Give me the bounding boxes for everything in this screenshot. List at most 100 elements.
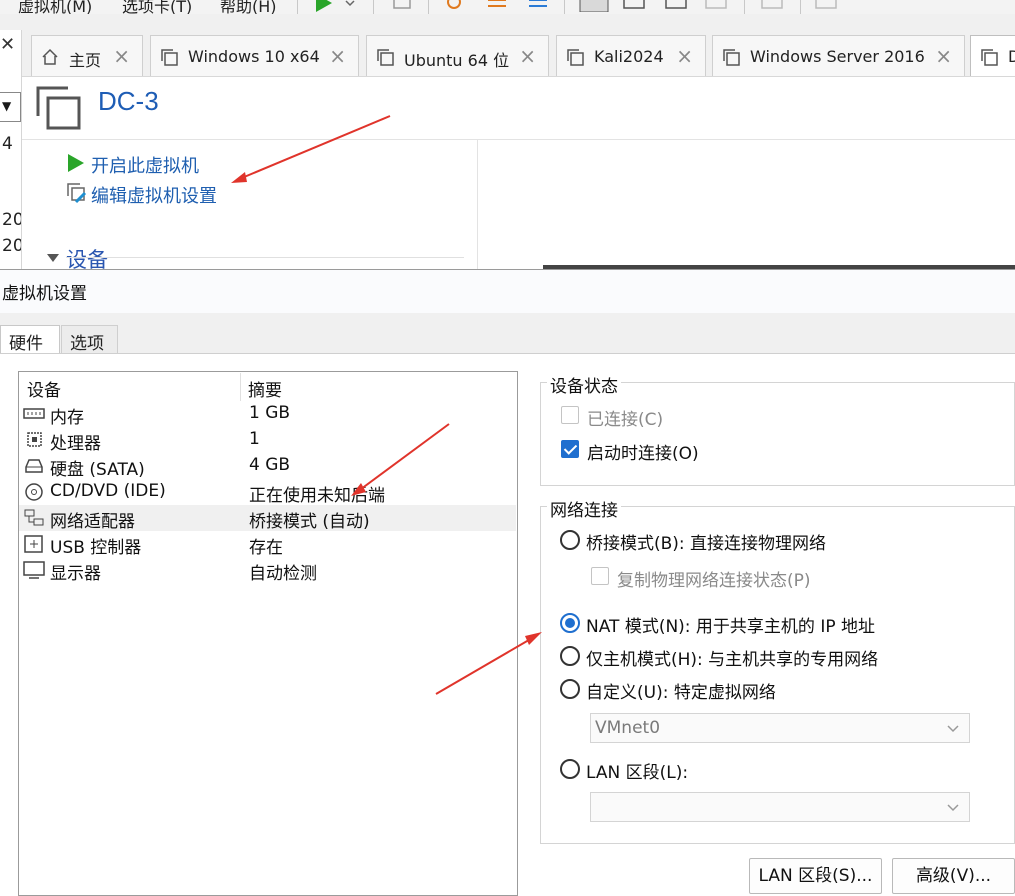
library-item-fragment[interactable]: 4 (2, 134, 13, 154)
device-name: 显示器 (50, 564, 101, 584)
toolbar-divider (373, 0, 374, 14)
lan-segment-radio[interactable] (560, 759, 580, 779)
hard-disk-icon (25, 459, 43, 473)
close-icon[interactable]: × (935, 44, 952, 68)
annotation-arrow (435, 632, 542, 695)
menu-tabs[interactable]: 选项卡(T) (122, 0, 192, 14)
power-on-icon[interactable] (314, 0, 334, 12)
divider (66, 257, 464, 258)
select-value: VMnet0 (595, 718, 661, 738)
device-summary: 1 (249, 429, 260, 449)
device-row-display[interactable]: 显示器 自动检测 (19, 557, 516, 584)
menu-bar: 虚拟机(M) 选项卡(T) 帮助(H) (0, 0, 1015, 14)
close-icon[interactable]: × (113, 44, 130, 68)
toolbar-divider (428, 0, 429, 14)
unity-icon[interactable] (704, 0, 728, 12)
close-icon[interactable]: × (519, 44, 536, 68)
tab-options[interactable]: 选项 (61, 325, 118, 354)
snapshot-manager-icon[interactable] (527, 0, 551, 12)
host-only-label[interactable]: 仅主机模式(H): 与主机共享的专用网络 (586, 645, 878, 670)
network-adapter-icon (24, 509, 44, 526)
annotation-arrow (231, 115, 391, 183)
custom-label[interactable]: 自定义(U): 特定虚拟网络 (586, 678, 776, 703)
connected-label[interactable]: 已连接(C) (587, 405, 663, 430)
tab-dc3[interactable]: D (970, 35, 1015, 76)
host-only-radio[interactable] (560, 646, 580, 666)
column-header-summary[interactable]: 摘要 (248, 376, 282, 401)
tab-home[interactable]: 主页 × (31, 35, 143, 76)
chevron-down-icon (947, 725, 959, 733)
library-view-icon[interactable] (579, 0, 609, 12)
vm-icon (567, 49, 584, 66)
vm-icon (723, 49, 740, 66)
tab-label: D (1008, 47, 1015, 66)
bridged-label[interactable]: 桥接模式(B): 直接连接物理网络 (586, 529, 826, 554)
close-icon[interactable]: × (676, 44, 693, 68)
cpu-icon (27, 432, 42, 447)
lan-segments-button[interactable]: LAN 区段(S)... (749, 858, 882, 894)
tab-windows-server[interactable]: Windows Server 2016 × (712, 35, 965, 76)
toolbar-divider (564, 0, 565, 14)
device-row-usb[interactable]: USB 控制器 存在 (19, 531, 516, 558)
connect-at-power-on-label[interactable]: 启动时连接(O) (587, 439, 699, 464)
custom-network-select[interactable]: VMnet0 (590, 713, 970, 743)
thumbnail-view-icon[interactable] (622, 0, 646, 12)
tab-label: Ubuntu 64 位 (404, 51, 510, 70)
device-name: 内存 (50, 408, 84, 428)
power-on-vm-command[interactable]: 开启此虚拟机 (66, 152, 246, 177)
nat-radio[interactable] (560, 613, 580, 633)
device-row-network-adapter[interactable]: 网络适配器 桥接模式 (自动) (19, 505, 516, 532)
lan-segment-label[interactable]: LAN 区段(L): (586, 758, 688, 783)
full-screen-icon[interactable] (664, 0, 688, 12)
collapse-triangle-icon[interactable] (46, 253, 60, 263)
group-label: 网络连接 (547, 496, 621, 521)
command-label: 开启此虚拟机 (91, 156, 199, 177)
library-item-fragment[interactable]: 20 (2, 210, 21, 230)
home-icon (42, 48, 58, 65)
connect-at-power-on-checkbox[interactable] (561, 440, 579, 458)
group-label: 设备状态 (547, 372, 621, 397)
tab-kali[interactable]: Kali2024 × (556, 35, 706, 76)
custom-radio[interactable] (560, 679, 580, 699)
snapshot-icon[interactable] (444, 0, 468, 12)
toolbar-divider (297, 0, 298, 14)
close-icon[interactable]: ✕ (0, 34, 15, 55)
tab-label: Kali2024 (594, 47, 664, 66)
tab-label: 主页 (69, 51, 102, 70)
replicate-state-checkbox[interactable] (591, 567, 609, 585)
tab-ubuntu[interactable]: Ubuntu 64 位 × (366, 35, 549, 76)
revert-snapshot-icon[interactable] (486, 0, 510, 12)
device-summary: 存在 (249, 538, 283, 558)
stretch-view-icon[interactable] (814, 0, 838, 12)
toolbar-divider (800, 0, 801, 14)
library-panel: ✕ ▼ 4 20 20 (0, 30, 22, 270)
lan-segment-select[interactable] (590, 792, 970, 822)
device-name: 网络适配器 (50, 512, 135, 532)
bridged-radio[interactable] (560, 530, 580, 550)
library-dropdown[interactable]: ▼ (0, 92, 21, 122)
menu-help[interactable]: 帮助(H) (220, 0, 277, 14)
column-header-device[interactable]: 设备 (27, 376, 61, 401)
replicate-state-label[interactable]: 复制物理网络连接状态(P) (617, 566, 811, 591)
annotation-arrow (351, 423, 450, 496)
device-summary: 自动检测 (249, 564, 317, 584)
device-status-group (540, 382, 1015, 486)
advanced-button[interactable]: 高级(V)... (892, 858, 1015, 894)
console-view-icon[interactable] (760, 0, 784, 12)
library-item-fragment[interactable]: 20 (2, 236, 21, 256)
menu-vm[interactable]: 虚拟机(M) (18, 0, 92, 14)
column-divider[interactable] (240, 373, 241, 401)
device-name: USB 控制器 (50, 538, 142, 558)
nat-label[interactable]: NAT 模式(N): 用于共享主机的 IP 地址 (586, 612, 875, 637)
monitor-icon (23, 561, 45, 579)
close-icon[interactable]: × (329, 44, 346, 68)
tab-hardware[interactable]: 硬件 (0, 325, 60, 355)
tab-label: Windows 10 x64 (188, 47, 320, 66)
memory-icon (23, 408, 45, 419)
tab-windows-10[interactable]: Windows 10 x64 × (150, 35, 359, 76)
usb-icon (24, 535, 43, 553)
send-keys-icon[interactable] (390, 0, 414, 12)
chevron-down-icon (947, 804, 959, 812)
chevron-down-icon[interactable] (344, 0, 356, 12)
connected-checkbox[interactable] (561, 406, 579, 424)
